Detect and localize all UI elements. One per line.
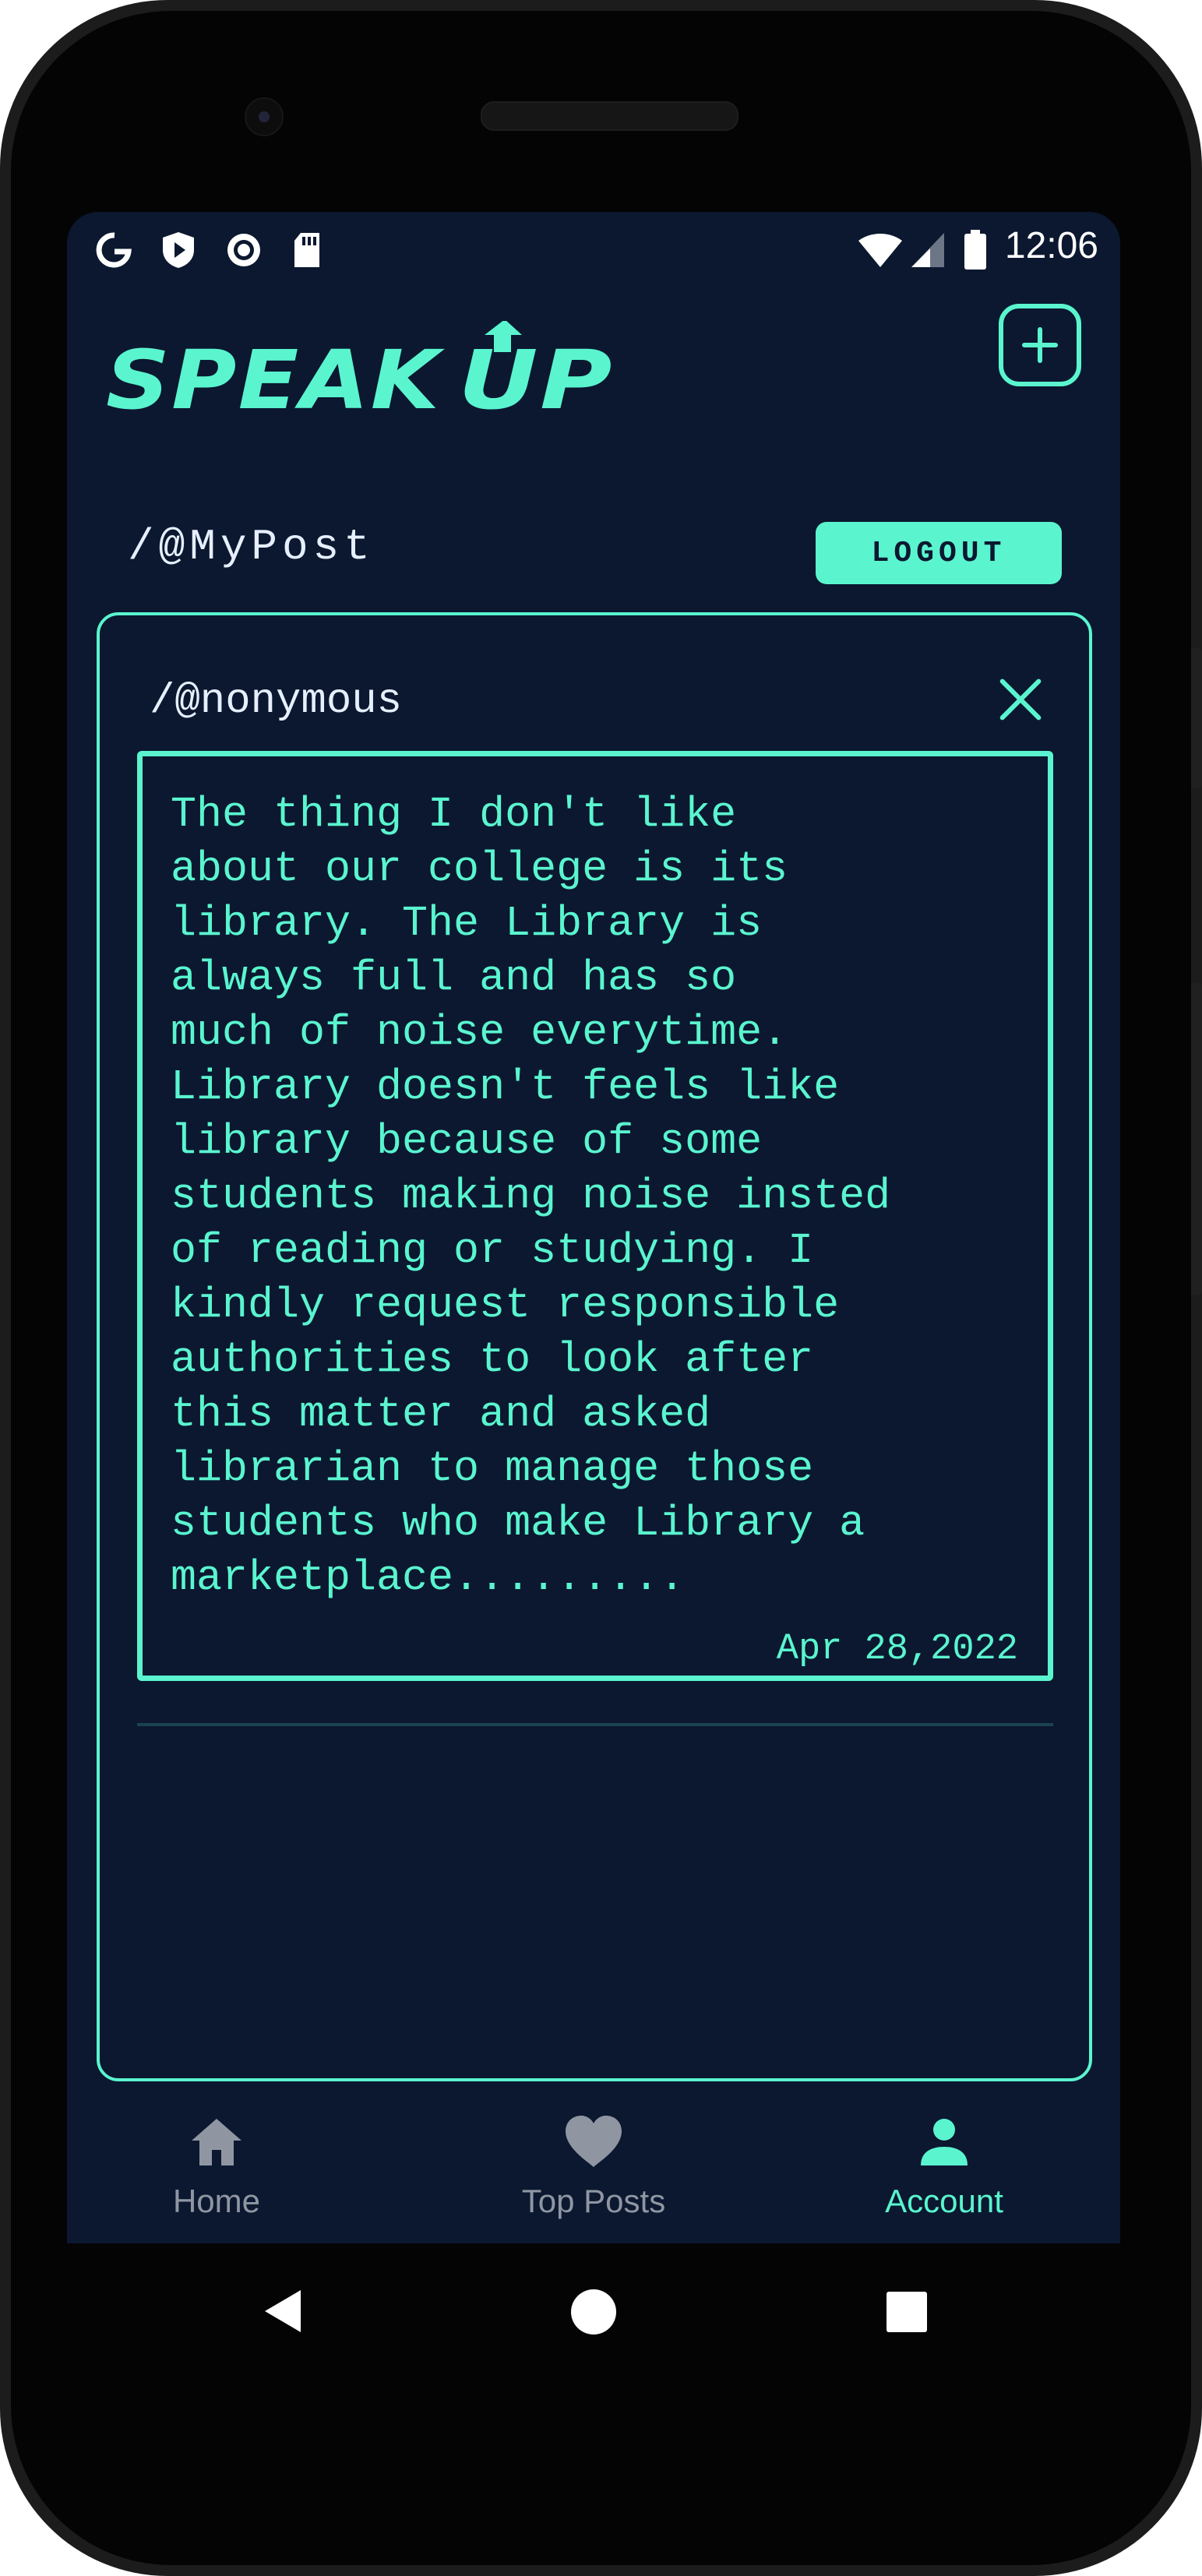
recents-icon[interactable] xyxy=(887,2292,927,2332)
sd-card-icon xyxy=(290,231,324,270)
nav-label-top-posts: Top Posts xyxy=(521,2183,666,2219)
status-time: 12:06 xyxy=(1004,225,1098,266)
post-card: /@nonymous The thing I don't like about … xyxy=(97,612,1092,2081)
system-nav-bar xyxy=(0,2243,1202,2376)
app-logo: SPEAK UP xyxy=(106,319,620,442)
home-circle-icon[interactable] xyxy=(570,2289,617,2335)
wifi-icon xyxy=(857,231,904,270)
post-author: /@nonymous xyxy=(150,678,403,725)
earpiece-speaker xyxy=(481,101,738,131)
nav-item-account[interactable]: Account xyxy=(827,2111,1061,2236)
back-icon[interactable] xyxy=(260,2287,304,2335)
close-icon[interactable] xyxy=(997,676,1044,723)
page-title: /@MyPost xyxy=(128,522,375,572)
post-content-box: The thing I don't like about our college… xyxy=(137,751,1053,1681)
app-screen: 12:06 SPEAK UP /@MyPost LOGOUT /@nonymou… xyxy=(67,212,1120,2243)
bottom-nav: Home Top Posts Account xyxy=(67,2095,1120,2243)
nav-label-account: Account xyxy=(885,2183,1003,2219)
post-date: Apr 28,2022 xyxy=(776,1629,1018,1670)
phone-frame: 12:06 SPEAK UP /@MyPost LOGOUT /@nonymou… xyxy=(0,0,1202,2576)
status-bar: 12:06 xyxy=(67,212,1120,290)
speak-up-logo: SPEAK UP xyxy=(106,319,614,428)
power-button xyxy=(1191,648,1202,788)
heart-icon xyxy=(566,2116,622,2167)
record-icon xyxy=(224,231,263,270)
svg-text:UP: UP xyxy=(458,333,614,422)
cellular-signal-icon xyxy=(908,231,947,270)
person-icon xyxy=(921,2119,968,2165)
nav-item-top-posts[interactable]: Top Posts xyxy=(477,2111,710,2236)
post-text: The thing I don't like about our college… xyxy=(171,790,891,1602)
battery-icon xyxy=(961,230,989,270)
logout-button[interactable]: LOGOUT xyxy=(816,522,1062,584)
add-post-button[interactable] xyxy=(999,304,1081,386)
svg-text:SPEAK: SPEAK xyxy=(106,333,446,422)
nav-item-home[interactable]: Home xyxy=(100,2111,333,2236)
play-protect-icon xyxy=(159,231,198,270)
nav-label-home: Home xyxy=(172,2183,261,2219)
google-icon xyxy=(95,231,134,270)
home-icon xyxy=(192,2119,241,2165)
divider xyxy=(137,1723,1053,1726)
front-camera xyxy=(245,97,284,136)
app-bar: SPEAK UP xyxy=(67,290,1120,438)
volume-button xyxy=(1191,983,1202,1295)
